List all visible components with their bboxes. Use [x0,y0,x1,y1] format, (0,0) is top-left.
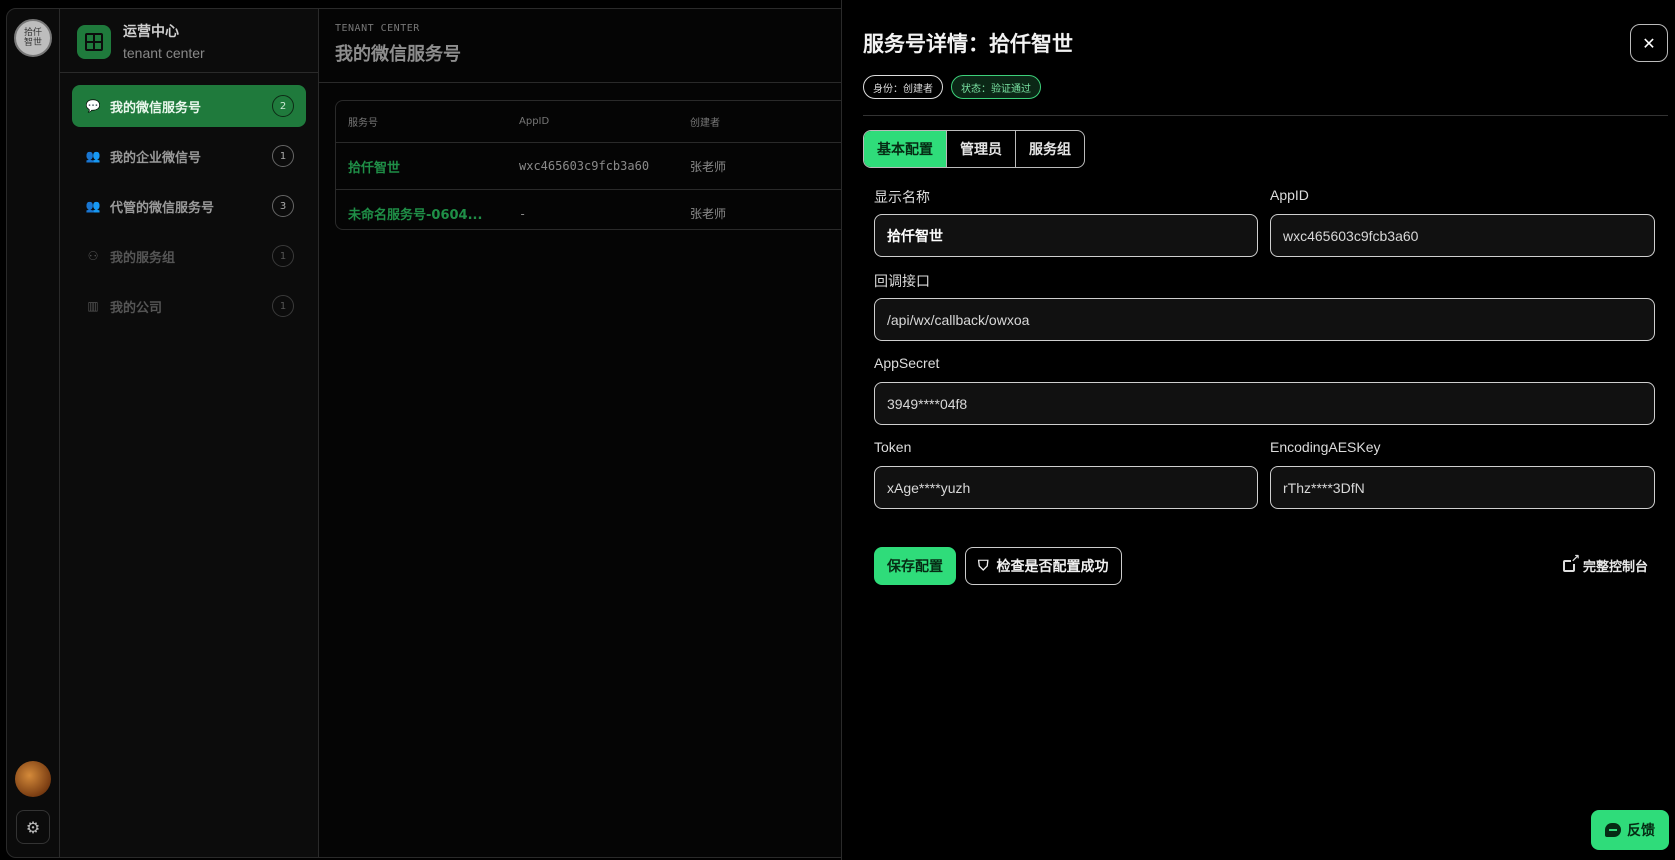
avatar[interactable] [15,761,51,797]
status-chips: 身份：创建者 状态：验证通过 [863,75,1041,99]
count-badge: 2 [272,95,294,117]
feedback-label: 反馈 [1627,823,1655,839]
page-title: 我的微信服务号 [335,44,461,65]
count-badge: 3 [272,195,294,217]
tab-service-groups[interactable]: 服务组 [1016,131,1084,167]
full-console-link[interactable]: 完整控制台 [1563,552,1649,575]
callback-label: 回调接口 [874,273,930,289]
sidebar-item-managed-accounts[interactable]: 👥 代管的微信服务号 3 [72,185,306,227]
check-config-label: 检查是否配置成功 [996,559,1109,575]
close-icon: ✕ [1642,33,1656,53]
count-badge: 1 [272,245,294,267]
external-link-icon [1563,552,1580,572]
building-icon: ▥ [87,299,99,313]
sidebar-brand: 运营中心 tenant center [60,9,318,73]
sidebar-nav: 💬 我的微信服务号 2 👥 我的企业微信号 1 👥 代管的微信服务号 3 ⚇ 我… [60,73,318,347]
sidebar-item-label: 我的微信服务号 [110,100,202,116]
column-header: AppID [519,116,550,127]
column-header: 服务号 [348,118,378,129]
sidebar-item-label: 我的企业微信号 [110,150,202,166]
feedback-button[interactable]: 反馈 [1591,810,1669,850]
drawer-tabs: 基本配置 管理员 服务组 [863,130,1085,168]
grid-icon [77,25,111,59]
token-label: Token [874,439,912,455]
brand-subtitle: tenant center [123,45,205,61]
main-content: TENANT CENTER 我的微信服务号 服务号 AppID 创建者 拾仟智世… [319,8,855,858]
check-config-button[interactable]: ⛉ 检查是否配置成功 [965,547,1122,585]
group-icon: ⚇ [87,249,99,263]
sidebar-item-label: 我的服务组 [110,250,176,266]
brand-title: 运营中心 [123,24,179,40]
display-name-label: 显示名称 [874,189,930,205]
detail-drawer: 服务号详情：拾仟智世 ✕ 身份：创建者 状态：验证通过 基本配置 管理员 服务组… [841,0,1675,860]
appid-field[interactable]: wxc465603c9fcb3a60 [1270,214,1655,257]
sidebar-item-company[interactable]: ▥ 我的公司 1 [72,285,306,327]
secret-field[interactable]: 3949****04f8 [874,382,1655,425]
users-icon: 👥 [85,199,101,213]
appid-cell: - [519,206,527,221]
callback-field[interactable]: /api/wx/callback/owxoa [874,298,1655,341]
token-field[interactable]: xAge****yuzh [874,466,1258,509]
tab-basic-config[interactable]: 基本配置 [864,131,947,167]
settings-button[interactable]: ⚙ [16,810,50,844]
table-header: 服务号 AppID 创建者 [336,101,855,143]
column-header: 创建者 [690,118,720,129]
aes-key-label: EncodingAESKey [1270,439,1381,455]
status-badge: 状态：验证通过 [951,75,1041,99]
account-name-link[interactable]: 未命名服务号-0604... [336,204,507,223]
page-kicker: TENANT CENTER [335,23,420,34]
sidebar-item-service-groups[interactable]: ⚇ 我的服务组 1 [72,235,306,277]
accounts-table: 服务号 AppID 创建者 拾仟智世 wxc465603c9fcb3a60 张老… [335,100,855,230]
icon-rail: 拾仟智世 ⚙ [6,8,60,858]
display-name-field[interactable]: 拾仟智世 [874,214,1258,257]
users-icon: 👥 [85,149,101,163]
wechat-icon: 💬 [85,99,101,113]
appid-cell: wxc465603c9fcb3a60 [519,159,650,173]
count-badge: 1 [272,145,294,167]
sidebar-item-label: 代管的微信服务号 [110,200,215,216]
table-row[interactable]: 拾仟智世 wxc465603c9fcb3a60 张老师 [336,143,855,190]
role-badge: 身份：创建者 [863,75,943,99]
divider [863,115,1668,116]
sidebar-item-wechat-accounts[interactable]: 💬 我的微信服务号 2 [72,85,306,127]
creator-cell: 张老师 [690,159,727,174]
count-badge: 1 [272,295,294,317]
creator-cell: 张老师 [690,207,727,221]
chat-bubble-icon [1605,823,1621,837]
sidebar: 运营中心 tenant center 💬 我的微信服务号 2 👥 我的企业微信号… [60,8,319,858]
app-logo[interactable]: 拾仟智世 [14,19,52,57]
close-button[interactable]: ✕ [1630,24,1668,62]
drawer-title: 服务号详情：拾仟智世 [863,32,1073,56]
shield-icon: ⛉ [978,558,989,574]
account-name-link[interactable]: 拾仟智世 [336,157,507,176]
table-row[interactable]: 未命名服务号-0604... - 张老师 [336,190,855,237]
appid-label: AppID [1270,187,1309,203]
aes-key-field[interactable]: rThz****3DfN [1270,466,1655,509]
sidebar-item-work-wechat[interactable]: 👥 我的企业微信号 1 [72,135,306,177]
logo-text: 拾仟智世 [23,28,42,48]
save-button[interactable]: 保存配置 [874,547,956,585]
gear-icon: ⚙ [25,817,41,837]
sidebar-item-label: 我的公司 [110,300,163,316]
page-header: TENANT CENTER 我的微信服务号 [319,9,841,83]
console-label: 完整控制台 [1583,560,1649,575]
tab-admins[interactable]: 管理员 [947,131,1016,167]
secret-label: AppSecret [874,355,940,371]
